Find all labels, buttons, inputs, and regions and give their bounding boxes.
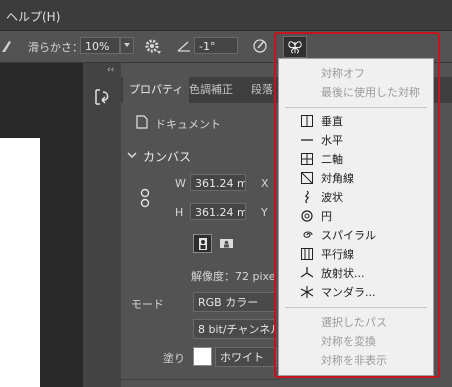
highlight-box: [274, 32, 440, 378]
fill-color-swatch[interactable]: [193, 347, 212, 366]
pressure-icon[interactable]: [252, 38, 268, 54]
menu-bar: ヘルプ(H): [0, 0, 452, 31]
smoothing-dropdown-button[interactable]: [120, 37, 134, 54]
smoothing-input[interactable]: 10%: [80, 37, 120, 54]
canvas-height-input[interactable]: 361.24 mm: [190, 203, 246, 220]
angle-input[interactable]: -1°: [194, 37, 238, 54]
gear-icon[interactable]: [144, 38, 162, 56]
resolution-label: 解像度：72 pixe: [191, 270, 276, 283]
portrait-icon: [199, 238, 207, 250]
section-divider: [121, 379, 281, 380]
menu-help[interactable]: ヘルプ(H): [6, 8, 60, 25]
panel-icon-strip: ‹‹: [82, 63, 122, 387]
document-canvas[interactable]: [0, 138, 40, 387]
tab-properties[interactable]: プロパティ: [123, 77, 190, 103]
fill-label: 塗り: [163, 352, 185, 365]
document-icon: [136, 115, 148, 129]
canvas-width-input[interactable]: 361.24 mm: [190, 174, 246, 191]
height-label: H: [175, 206, 184, 219]
chevron-down-icon[interactable]: [127, 150, 137, 160]
mode-select[interactable]: RGB カラー: [193, 292, 275, 312]
smoothing-label: 滑らかさ：: [28, 41, 83, 54]
canvas-section-title: カンバス: [143, 150, 192, 164]
portrait-button[interactable]: [193, 234, 212, 253]
width-label: W: [175, 177, 186, 190]
y-label: Y: [261, 206, 268, 219]
bit-depth-select[interactable]: 8 bit/チャンネル: [193, 319, 275, 339]
collapse-arrows[interactable]: ‹‹: [107, 65, 114, 75]
landscape-icon: [220, 239, 233, 248]
brush-icon[interactable]: [0, 38, 12, 54]
landscape-button[interactable]: [217, 234, 236, 253]
angle-icon: [177, 41, 190, 52]
fill-select[interactable]: ホワイト: [215, 347, 277, 367]
x-label: X: [261, 177, 269, 190]
link-icon[interactable]: [139, 187, 151, 209]
history-icon[interactable]: [93, 87, 111, 107]
document-label: ドキュメント: [155, 118, 221, 131]
mode-label: モード: [131, 298, 164, 311]
tab-adjustments[interactable]: 色調補正: [183, 77, 239, 103]
